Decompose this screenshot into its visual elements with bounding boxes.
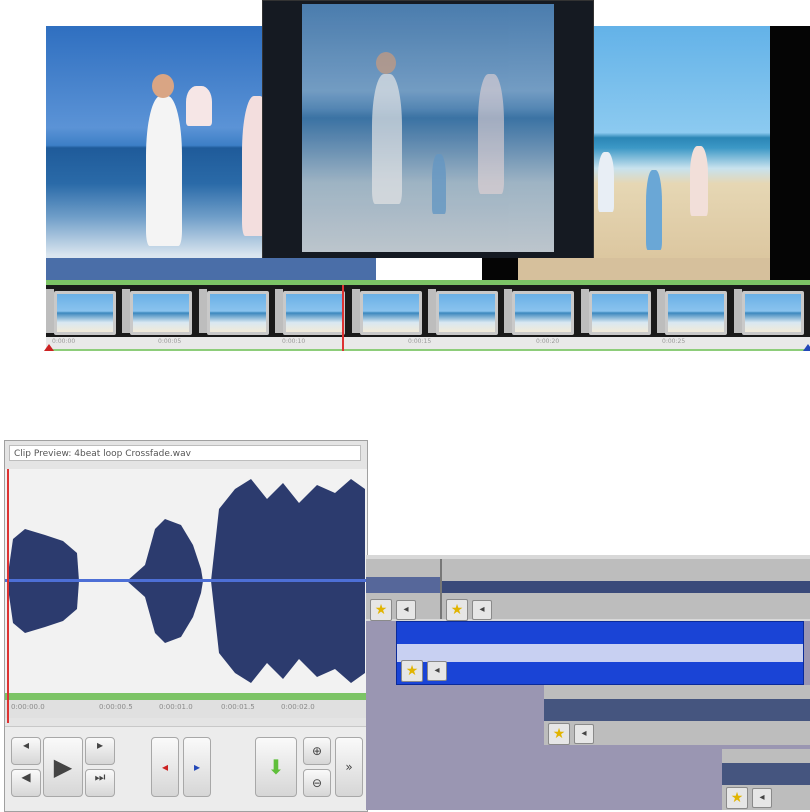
video-filmstrip[interactable] [46,285,810,337]
zoom-in-button[interactable]: ⊕ [303,737,331,765]
black-frame [770,26,810,280]
filmstrip-separator [46,289,54,333]
volume-icon[interactable]: ◂ [427,661,447,681]
filmstrip-separator [198,289,207,333]
filmstrip-separator [733,289,742,333]
clip-ruler[interactable]: 0:00:00.0 0:00:00.5 0:00:01.0 0:00:01.5 … [5,700,367,718]
volume-icon[interactable]: ◂ [574,724,594,744]
mark-in-button[interactable]: ◂ [151,737,179,797]
skip-back-button[interactable]: ◂ [11,737,41,765]
volume-icon[interactable]: ◂ [396,600,416,620]
audio-clip-selected[interactable]: ★ ◂ [396,621,804,685]
ruler-tick: 0:00:25 [662,338,686,345]
star-effect-icon[interactable]: ★ [548,723,570,745]
waveform-graphic [5,479,367,683]
filmstrip-thumbnail[interactable] [588,291,651,335]
filmstrip-playhead[interactable] [342,285,344,351]
filmstrip-separator [428,289,436,333]
volume-icon[interactable]: ◂ [752,788,772,808]
star-effect-icon[interactable]: ★ [370,599,392,621]
filmstrip-thumbnail[interactable] [665,291,728,335]
skip-forward-icon: ▸ [96,738,104,752]
audio-clip[interactable]: ★ ◂ [544,685,810,745]
to-end-icon: ⏭ [94,770,106,784]
audio-clip[interactable]: ★ ◂ [442,559,810,621]
filmstrip-thumbnail[interactable] [283,291,346,335]
filmstrip-thumbnail[interactable] [512,291,575,335]
clip-playhead[interactable] [7,469,9,723]
zoom-out-icon: ⊖ [311,776,323,790]
expand-button[interactable]: » [335,737,363,797]
clip-preview-title: Clip Preview: 4beat loop Crossfade.wav [9,445,361,461]
star-effect-icon[interactable]: ★ [726,787,748,809]
filmstrip-thumbnail[interactable] [741,291,804,335]
filmstrip-ruler[interactable]: 0:00:00 0:00:05 0:00:10 0:00:15 0:00:20 … [46,337,810,351]
audio-track-2[interactable]: ★ ◂ [366,621,810,685]
down-arrow-icon: ⬇ [267,755,285,779]
ruler-tick: 0:00:01.5 [221,703,255,711]
play-icon: ▶ [53,753,73,781]
mark-in-icon: ◂ [161,760,169,774]
skip-back-icon: ◂ [22,738,30,752]
ruler-tick: 0:00:05 [158,338,182,345]
filmstrip-separator [275,289,284,333]
filmstrip-thumbnail[interactable] [130,291,193,335]
frame-strip-black [482,258,518,280]
to-start-button[interactable]: ◀ [11,769,41,797]
ruler-tick: 0:00:00.0 [11,703,45,711]
filmstrip-thumbnail[interactable] [359,291,422,335]
star-effect-icon[interactable]: ★ [446,599,468,621]
ruler-tick: 0:00:10 [282,338,306,345]
filmstrip-thumbnail[interactable] [54,291,116,335]
to-end-button[interactable]: ⏭ [85,769,115,797]
frame-strip-sand [518,258,770,280]
frame-strip-blue [46,258,376,280]
clip-range-bar[interactable] [5,693,367,700]
skip-forward-button[interactable]: ▸ [85,737,115,765]
ruler-tick: 0:00:15 [408,338,432,345]
mark-out-button[interactable]: ▸ [183,737,211,797]
audio-track-1[interactable]: ★ ◂ ★ ◂ [366,555,810,621]
filmstrip-thumbnail[interactable] [206,291,269,335]
clip-waveform[interactable] [5,469,367,693]
crossfade-overlay-photo [302,4,554,252]
star-effect-icon[interactable]: ★ [401,660,423,682]
audio-clip[interactable]: ★ ◂ [722,749,810,810]
audio-clip[interactable]: ★ ◂ [366,559,442,621]
zoom-out-button[interactable]: ⊖ [303,769,331,797]
clip-preview-panel: Clip Preview: 4beat loop Crossfade.wav 0… [4,440,368,812]
zoom-in-icon: ⊕ [311,744,323,758]
ruler-tick: 0:00:00 [52,338,76,345]
filmstrip-separator [580,289,589,333]
filmstrip-separator [657,289,666,333]
filmstrip-separator [122,289,131,333]
filmstrip-thumbnail[interactable] [436,291,498,335]
play-button[interactable]: ▶ [43,737,83,797]
audio-timeline: ★ ◂ ★ ◂ ★ ◂ ★ ◂ ★ ◂ [366,555,810,810]
to-start-icon: ◀ [21,770,31,784]
ruler-tick: 0:00:01.0 [159,703,193,711]
audio-track-3[interactable]: ★ ◂ [366,685,810,747]
ruler-tick: 0:00:00.5 [99,703,133,711]
in-marker-icon[interactable] [44,344,54,351]
out-marker-icon[interactable] [803,344,810,351]
playback-controls: ◂ ◀ ▶ ▸ ⏭ ◂ ▸ ⬇ ⊕ ⊖ » [5,726,367,811]
ruler-tick: 0:00:02.0 [281,703,315,711]
volume-icon[interactable]: ◂ [472,600,492,620]
ruler-tick: 0:00:20 [536,338,560,345]
mark-out-icon: ▸ [193,760,201,774]
expand-arrow-icon: » [345,760,353,774]
frame-strip-white [376,258,482,280]
filmstrip-separator [504,289,513,333]
audio-track-4[interactable]: ★ ◂ [366,747,810,810]
filmstrip-separator [351,289,360,333]
add-to-timeline-button[interactable]: ⬇ [255,737,297,797]
